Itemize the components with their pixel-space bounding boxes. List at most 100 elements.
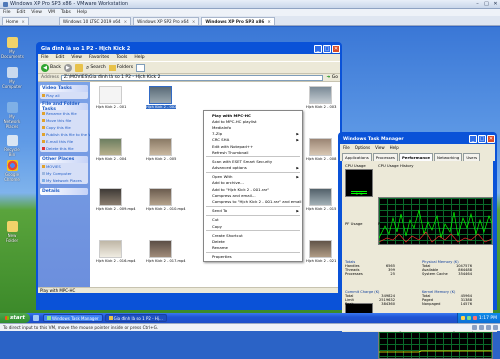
desktop-icon-my-documents[interactable]: My Documents [1,37,24,59]
go-button[interactable]: ➜ Go [327,75,338,80]
context-menu-item[interactable]: Advanced options ▶ [204,165,302,171]
menu-edit[interactable]: Edit [56,55,65,60]
vm-menu-file[interactable]: File [3,10,11,15]
menu-tools[interactable]: Tools [116,55,127,60]
vm-menu-view[interactable]: View [31,10,42,15]
stat-label: Peak [345,302,354,306]
context-menu-item[interactable]: Compress to "Hịch Kick 2 - 001.rar" and … [204,198,302,204]
panel-header[interactable]: File and Folder Tasks [40,102,88,112]
close-icon[interactable]: × [267,19,271,24]
menu-file[interactable]: File [343,145,350,150]
context-menu-item[interactable]: Properties [204,254,302,260]
tab-applications[interactable]: Applications [342,153,372,161]
menu-favorites[interactable]: Favorites [89,55,109,60]
place-network[interactable]: My Network Places [40,177,88,184]
device-icon[interactable] [472,325,477,330]
task-delete[interactable]: Delete this file [40,145,88,152]
task-publish[interactable]: Publish this file to the Web [40,131,97,138]
forward-button[interactable]: ▶ [63,63,72,72]
task-email[interactable]: E-mail this file [40,138,88,145]
maximize-button[interactable]: □ [323,45,331,53]
taskbar-button-explorer[interactable]: Gia đình là so 1 P2 - Hị... [104,314,167,322]
device-icon[interactable] [493,325,498,330]
minimize-button[interactable]: _ [314,45,322,53]
vm-menu-tabs[interactable]: Tabs [61,10,71,15]
explorer-toolbar: ◀ Back ▶ ⌕ Search Folders [38,61,340,74]
views-button[interactable] [136,63,146,72]
folders-button[interactable]: Folders [108,64,133,71]
file-item[interactable]: Hịch Kick 2 - 017.mp4 [146,240,186,263]
menu-help[interactable]: Help [390,145,399,150]
menu-options[interactable]: Options [355,145,370,150]
tab-networking[interactable]: Networking [434,153,463,161]
task-copy[interactable]: Copy this file [40,124,88,131]
vm-menu-edit[interactable]: Edit [17,10,26,15]
file-item[interactable]: Hịch Kick 2 - 015 [306,188,336,211]
desktop-icon-recycle-bin[interactable]: Recycle Bin [1,135,23,157]
maximize-button[interactable]: □ [482,0,491,8]
tray-icon[interactable] [460,316,465,320]
close-button[interactable]: ✕ [491,0,500,8]
taskbar-button-taskman[interactable]: Windows Task Manager [43,314,103,322]
close-button[interactable]: ✕ [487,135,495,143]
tab-performance[interactable]: Performance [398,153,434,161]
context-menu-item[interactable]: Send To ▶ [204,208,302,214]
context-menu-item[interactable]: Refresh Thumbnail [204,149,302,155]
search-button[interactable]: ⌕ Search [86,64,106,72]
tab-users[interactable]: Users [463,153,481,161]
place-movies[interactable]: MOVIES [40,163,88,170]
start-button[interactable]: start [0,313,30,323]
tab-xp-x86[interactable]: Windows XP Pro SP3 x86 × [201,17,275,25]
file-item[interactable]: Hịch Kick 2 - 021 [306,240,336,263]
vm-menu-help[interactable]: Help [77,10,87,15]
tab-processes[interactable]: Processes [372,153,398,161]
up-folder-icon[interactable] [74,63,83,72]
file-item[interactable]: Hịch Kick 2 - 003 [306,86,336,109]
minimize-button[interactable]: – [473,0,482,8]
panel-header[interactable]: Video Tasks [40,85,88,92]
file-item[interactable]: Hịch Kick 2 - 009.mp4 [96,188,136,211]
place-my-computer[interactable]: My Computer [40,170,88,177]
tray-icon[interactable] [472,316,477,320]
file-item[interactable]: Hịch Kick 2 - 016.mp4 [96,240,136,263]
context-menu-item[interactable]: Rename [204,245,302,251]
desktop-icon-my-computer[interactable]: My Computer [1,67,23,89]
desktop-icon-chrome[interactable]: Google Chrome [1,160,23,182]
close-icon[interactable]: × [124,19,128,24]
file-item[interactable]: Hịch Kick 2 - 008 [306,138,336,161]
close-button[interactable]: ✕ [332,45,340,53]
menu-view[interactable]: View [71,55,82,60]
file-item[interactable]: Hịch Kick 2 - 004 [96,138,126,161]
device-icon[interactable] [486,325,491,330]
maximize-button[interactable]: □ [478,135,486,143]
desktop-icon-new-folder[interactable]: New Folder [1,221,23,243]
close-icon[interactable]: × [21,19,25,24]
minimize-button[interactable]: _ [469,135,477,143]
close-icon[interactable]: × [192,19,196,24]
panel-header[interactable]: Details [40,188,88,195]
tab-home[interactable]: Home × [2,17,29,25]
taskman-titlebar[interactable]: Windows Task Manager _ □ ✕ [340,134,495,144]
task-play-all[interactable]: Play all [40,92,88,99]
tab-xp-x64[interactable]: Windows XP SP2 Pro x64 × [133,17,200,25]
panel-header[interactable]: Other Places [40,156,88,163]
address-input[interactable]: Z:\MOVIES\Gia đình là so 1 P2 - Hịch Kic… [60,74,323,81]
file-item[interactable]: Hịch Kick 2 - 005 [146,138,176,161]
back-button[interactable]: ◀ Back [41,63,61,72]
menu-file[interactable]: File [41,55,49,60]
context-menu-item[interactable]: Copy [204,223,302,229]
desktop-icon-network[interactable]: My Network Places [1,102,23,129]
tab-win10[interactable]: Windows 10 LTSC 2019 x64 × [58,17,132,25]
explorer-titlebar[interactable]: Gia đình là so 1 P2 - Hịch Kick 2 _ □ ✕ [38,44,340,54]
file-item-selected[interactable]: Hịch Kick 2 - 002 [146,86,177,109]
menu-help[interactable]: Help [134,55,144,60]
file-thumbnail [99,188,122,206]
menu-view[interactable]: View [375,145,385,150]
file-item[interactable]: Hịch Kick 2 - 001 [96,86,126,109]
quicklaunch-icon[interactable] [33,315,39,321]
task-move[interactable]: Move this file [40,117,88,124]
tray-icon[interactable] [466,316,471,320]
vm-menu-vm[interactable]: VM [48,10,55,15]
device-icon[interactable] [479,325,484,330]
file-item[interactable]: Hịch Kick 2 - 010.mp4 [146,188,186,211]
